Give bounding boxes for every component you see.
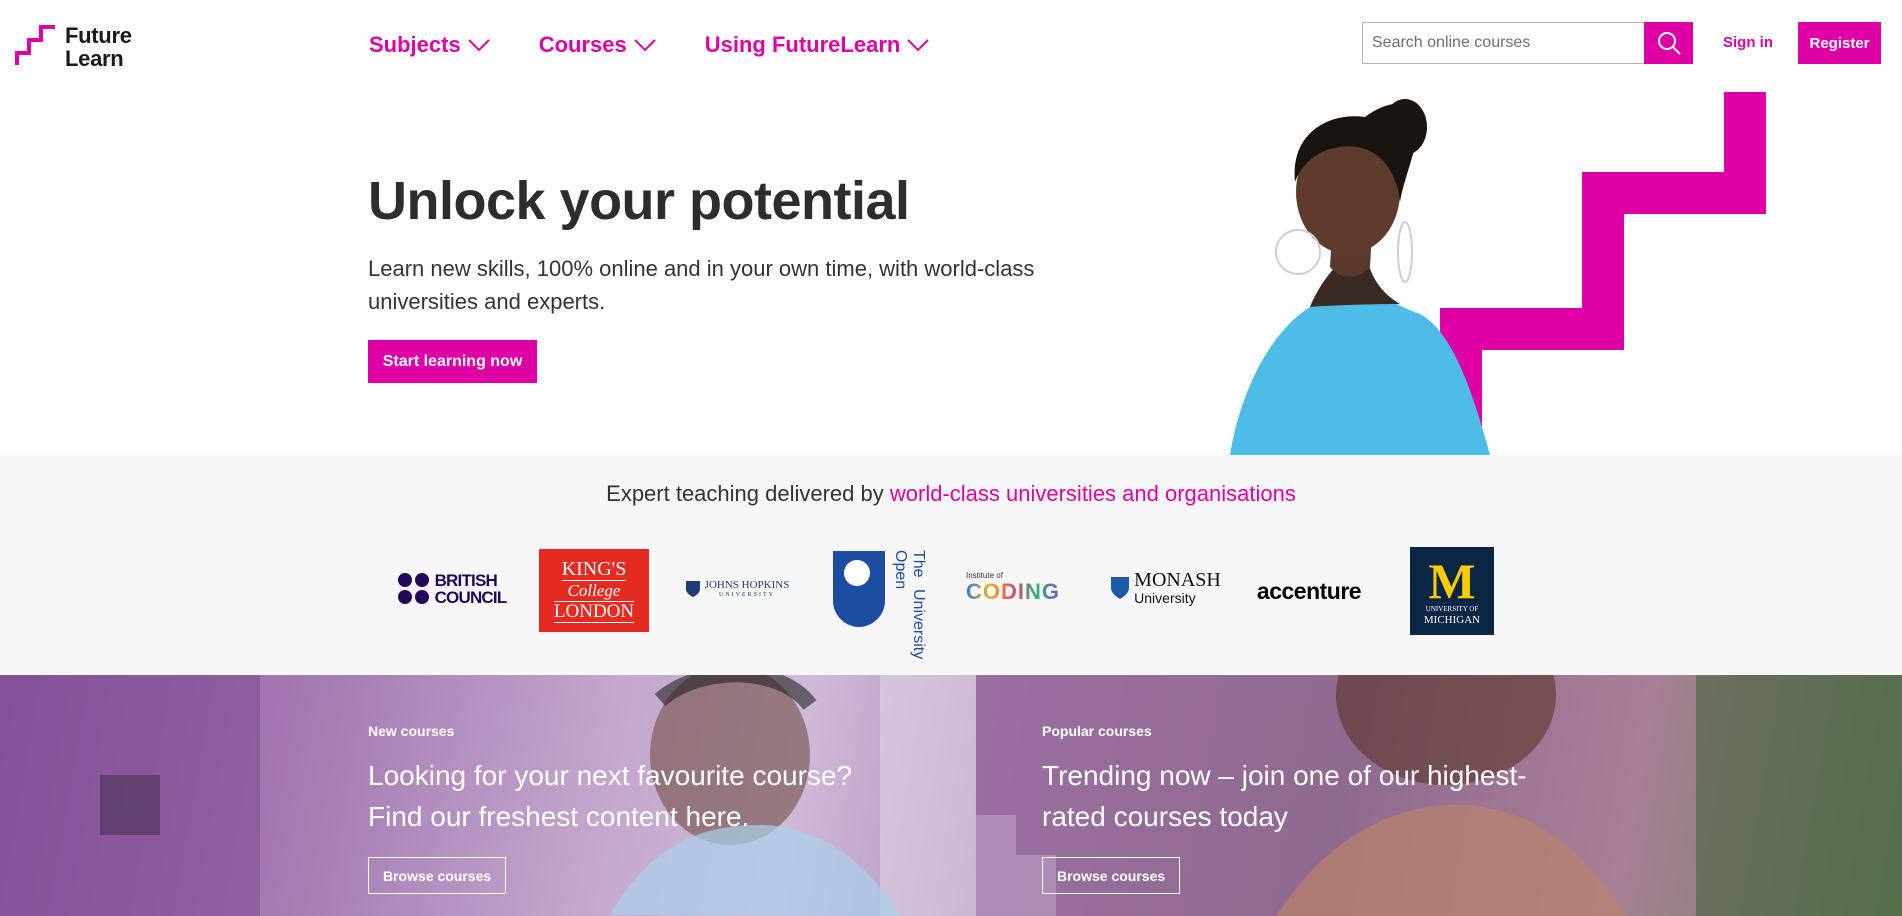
- michigan-block-m: M: [1428, 552, 1476, 609]
- accenture-logo[interactable]: accenture: [1250, 571, 1368, 611]
- kings-line-2: College: [567, 580, 621, 600]
- hero-image: [1230, 92, 1766, 455]
- new-courses-text: Looking for your next favourite course? …: [368, 760, 853, 832]
- monash-wordmark: MONASH University: [1134, 570, 1221, 606]
- popular-courses-card: Popular courses Trending now – join one …: [976, 675, 1902, 916]
- british-council-dots-icon: [397, 573, 429, 604]
- partners-section: Expert teaching delivered by world-class…: [0, 455, 1902, 675]
- site-header: Future Learn Subjects Courses Using Futu…: [0, 0, 1902, 92]
- jhu-line-1: JOHNS HOPKINS: [704, 578, 790, 591]
- open-university-line-2: University: [910, 589, 927, 660]
- partners-heading: Expert teaching delivered by world-class…: [0, 481, 1902, 507]
- search-icon: [1657, 32, 1681, 55]
- search-form: [1362, 22, 1693, 64]
- nav-using-futurelearn-label: Using FutureLearn: [704, 32, 901, 57]
- hero-subtitle: Learn new skills, 100% online and in you…: [368, 256, 1035, 314]
- logo-steps-icon: [15, 25, 55, 65]
- open-university-line-1: The Open: [892, 550, 927, 590]
- register-button[interactable]: Register: [1798, 22, 1881, 64]
- logo-line-1: Future: [65, 23, 132, 48]
- monash-line-2: University: [1134, 590, 1196, 606]
- browse-new-courses-button[interactable]: Browse courses: [368, 857, 507, 894]
- chevron-down-icon: [907, 39, 930, 52]
- open-university-shield-icon: [833, 551, 885, 627]
- monash-university-logo[interactable]: MONASH University: [1108, 566, 1223, 610]
- kings-college-london-logo[interactable]: KING'S College LONDON: [539, 549, 649, 632]
- open-university-logo[interactable]: The Open University: [824, 549, 936, 659]
- search-input[interactable]: [1362, 22, 1644, 64]
- logo-wordmark: Future Learn: [65, 24, 132, 70]
- main-nav: Subjects Courses Using FutureLearn: [369, 32, 978, 58]
- promo-section: New courses Looking for your next favour…: [0, 675, 1902, 916]
- monash-line-1: MONASH: [1134, 569, 1221, 591]
- new-courses-card: New courses Looking for your next favour…: [0, 675, 976, 916]
- kings-line-3: LONDON: [553, 600, 635, 623]
- johns-hopkins-logo[interactable]: JOHNS HOPKINS UNIVERSITY: [682, 574, 792, 604]
- nav-courses[interactable]: Courses: [539, 32, 657, 58]
- chevron-down-icon: [467, 39, 490, 52]
- michigan-line-1: UNIVERSITY OF: [1425, 604, 1479, 613]
- browse-popular-courses-button[interactable]: Browse courses: [1042, 857, 1181, 894]
- nav-using-futurelearn[interactable]: Using FutureLearn: [705, 32, 931, 58]
- sign-in-link[interactable]: Sign in: [1723, 34, 1773, 51]
- futurelearn-logo[interactable]: Future Learn: [15, 24, 132, 70]
- nav-courses-label: Courses: [538, 32, 627, 57]
- british-council-logo[interactable]: BRITISH COUNCIL: [394, 564, 509, 614]
- partners-heading-link[interactable]: world-class universities and organisatio…: [890, 481, 1296, 506]
- start-learning-button[interactable]: Start learning now: [368, 340, 537, 383]
- monash-crest-icon: [1111, 577, 1130, 599]
- popular-courses-text: Trending now – join one of our highest-r…: [1042, 760, 1527, 832]
- university-of-michigan-logo[interactable]: M UNIVERSITY OF MICHIGAN: [1410, 547, 1494, 635]
- hero-title: Unlock your potential: [368, 171, 910, 231]
- hero-section: Unlock your potential Learn new skills, …: [0, 92, 1902, 455]
- partners-heading-text: Expert teaching delivered by: [606, 481, 890, 506]
- kings-line-1: KING'S: [561, 557, 627, 581]
- nav-subjects[interactable]: Subjects: [369, 32, 491, 58]
- popular-courses-label: Popular courses: [1042, 723, 1152, 739]
- coding-line-2: CODING: [966, 579, 1060, 604]
- nav-subjects-label: Subjects: [369, 32, 461, 57]
- institute-of-coding-logo[interactable]: Institute of CODING: [966, 567, 1078, 607]
- michigan-line-2: MICHIGAN: [1423, 613, 1481, 626]
- logo-line-2: Learn: [65, 46, 124, 71]
- new-courses-label: New courses: [368, 723, 455, 739]
- british-council-line-1: BRITISH: [434, 571, 498, 590]
- jhu-shield-icon: [685, 581, 700, 597]
- open-university-wordmark: The Open University: [891, 550, 927, 659]
- jhu-wordmark: JOHNS HOPKINS UNIVERSITY: [704, 578, 790, 599]
- british-council-wordmark: BRITISH COUNCIL: [434, 571, 508, 607]
- chevron-down-icon: [634, 39, 656, 52]
- jhu-line-2: UNIVERSITY: [719, 591, 775, 598]
- accenture-wordmark: accenture: [1256, 577, 1362, 604]
- search-button[interactable]: [1644, 22, 1693, 64]
- british-council-line-2: COUNCIL: [434, 588, 508, 607]
